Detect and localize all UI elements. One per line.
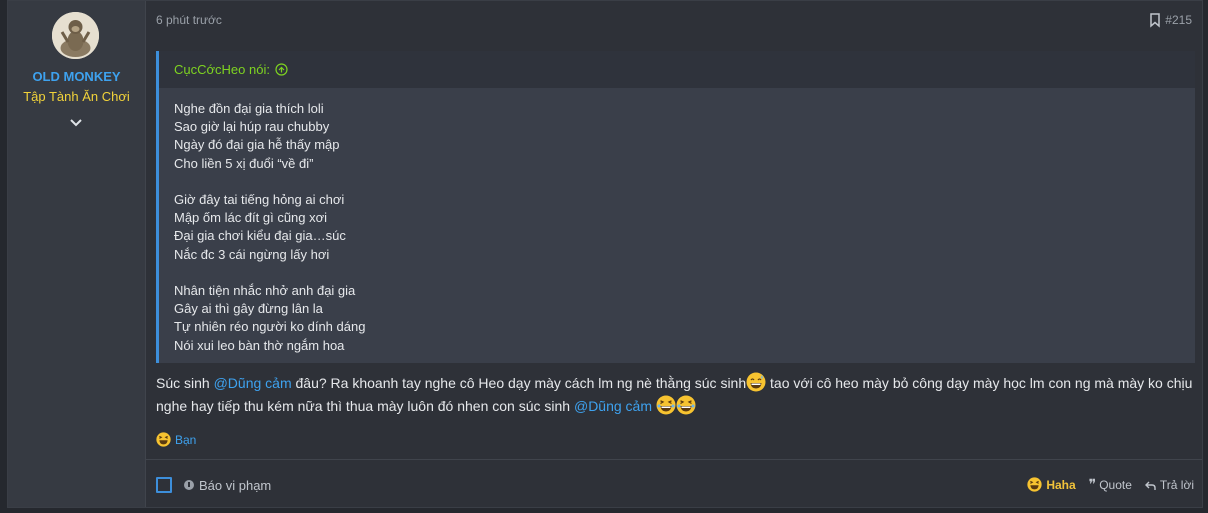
laugh-emoji — [656, 395, 676, 415]
message-text: Súc sinh — [156, 375, 214, 391]
user-title: Tập Tành Ăn Chơi — [23, 89, 130, 104]
user-sidebar: OLD MONKEY Tập Tành Ăn Chơi — [8, 1, 146, 507]
haha-label: Haha — [1046, 477, 1076, 492]
quote-line: Tự nhiên réo người ko dính dáng — [174, 319, 366, 335]
reply-button[interactable]: Trả lời — [1144, 477, 1194, 492]
reply-label: Trả lời — [1159, 477, 1194, 492]
quote-line: Giờ đây tai tiếng hỏng ai chơi — [174, 192, 345, 207]
quote-label: Quote — [1099, 477, 1132, 492]
username[interactable]: OLD MONKEY — [8, 69, 145, 84]
stanza: Nghe đồn đại gia thích loli Sao giờ lại … — [174, 100, 1195, 173]
footer-actions: Haha ❞ Quote Trả lời — [1014, 477, 1194, 492]
post-number[interactable]: #215 — [1165, 13, 1192, 27]
arrow-up-circle-icon[interactable] — [275, 63, 288, 76]
bookmark-icon[interactable] — [1148, 12, 1162, 28]
grin-sweat-emoji — [746, 372, 766, 392]
haha-reaction-button[interactable]: Haha — [1027, 477, 1076, 492]
quote-button[interactable]: ❞ Quote — [1089, 478, 1132, 492]
quote-line: Mập ốm lác đít gì cũng xơi — [174, 210, 328, 226]
reactions-bar[interactable]: Bạn — [156, 432, 196, 447]
report-label: Báo vi phạm — [199, 477, 272, 493]
chevron-down-icon[interactable] — [67, 114, 85, 132]
divider — [146, 459, 1202, 460]
quote-icon: ❞ — [1088, 476, 1097, 493]
message-body: Súc sinh @Dũng cảm đâu? Ra khoanh tay ng… — [156, 372, 1201, 418]
quote-author[interactable]: CụcCớcHeo nói: — [174, 62, 270, 77]
mention-link[interactable]: @Dũng cảm — [214, 375, 292, 391]
quote-line: Nghe đồn đại gia thích loli — [174, 101, 324, 116]
quote-block: CụcCớcHeo nói: Nghe đồn đại gia thích lo… — [156, 51, 1195, 363]
quote-line: Đại gia chơi kiểu đại gia…súc — [174, 228, 346, 244]
stanza: Nhân tiện nhắc nhở anh đại gia Gây ai th… — [174, 282, 1195, 355]
quote-line: Nắc đc 3 cái ngừng lấy hơi — [174, 246, 330, 262]
quote-line: Nhân tiện nhắc nhở anh đại gia — [174, 283, 356, 298]
quote-line: Sao giờ lại húp rau chubby — [174, 119, 330, 135]
stanza: Giờ đây tai tiếng hỏng ai chơi Mập ốm lá… — [174, 191, 1195, 264]
quote-header: CụcCớcHeo nói: — [159, 51, 1195, 88]
quote-body: Nghe đồn đại gia thích loli Sao giờ lại … — [159, 88, 1195, 355]
laugh-emoji — [676, 395, 696, 415]
post: OLD MONKEY Tập Tành Ăn Chơi 6 phút trước… — [7, 0, 1203, 508]
reply-icon — [1144, 480, 1156, 490]
post-main: 6 phút trước #215 CụcCớcHeo nói: Nghe đồ… — [146, 1, 1202, 507]
quote-line: Gây ai thì gây đừng lân la — [174, 301, 323, 317]
quote-line: Cho liền 5 xị đuổi “về đi” — [174, 155, 314, 171]
report-button[interactable]: Báo vi phạm — [184, 478, 271, 493]
report-icon — [184, 480, 194, 490]
post-time[interactable]: 6 phút trước — [156, 13, 222, 27]
quote-line: Ngày đó đại gia hễ thấy mập — [174, 137, 340, 153]
mention-link[interactable]: @Dũng cảm — [574, 398, 652, 414]
laugh-emoji — [1027, 477, 1042, 492]
select-checkbox[interactable] — [156, 477, 172, 493]
footer-left: Báo vi phạm — [156, 477, 271, 493]
avatar[interactable] — [52, 12, 99, 59]
laugh-emoji — [156, 432, 171, 447]
message-text: đâu? Ra khoanh tay nghe cô Heo dạy mày c… — [291, 375, 747, 391]
reactions-label[interactable]: Bạn — [175, 433, 196, 447]
quote-line: Nói xui leo bàn thờ ngắm hoa — [174, 337, 345, 353]
